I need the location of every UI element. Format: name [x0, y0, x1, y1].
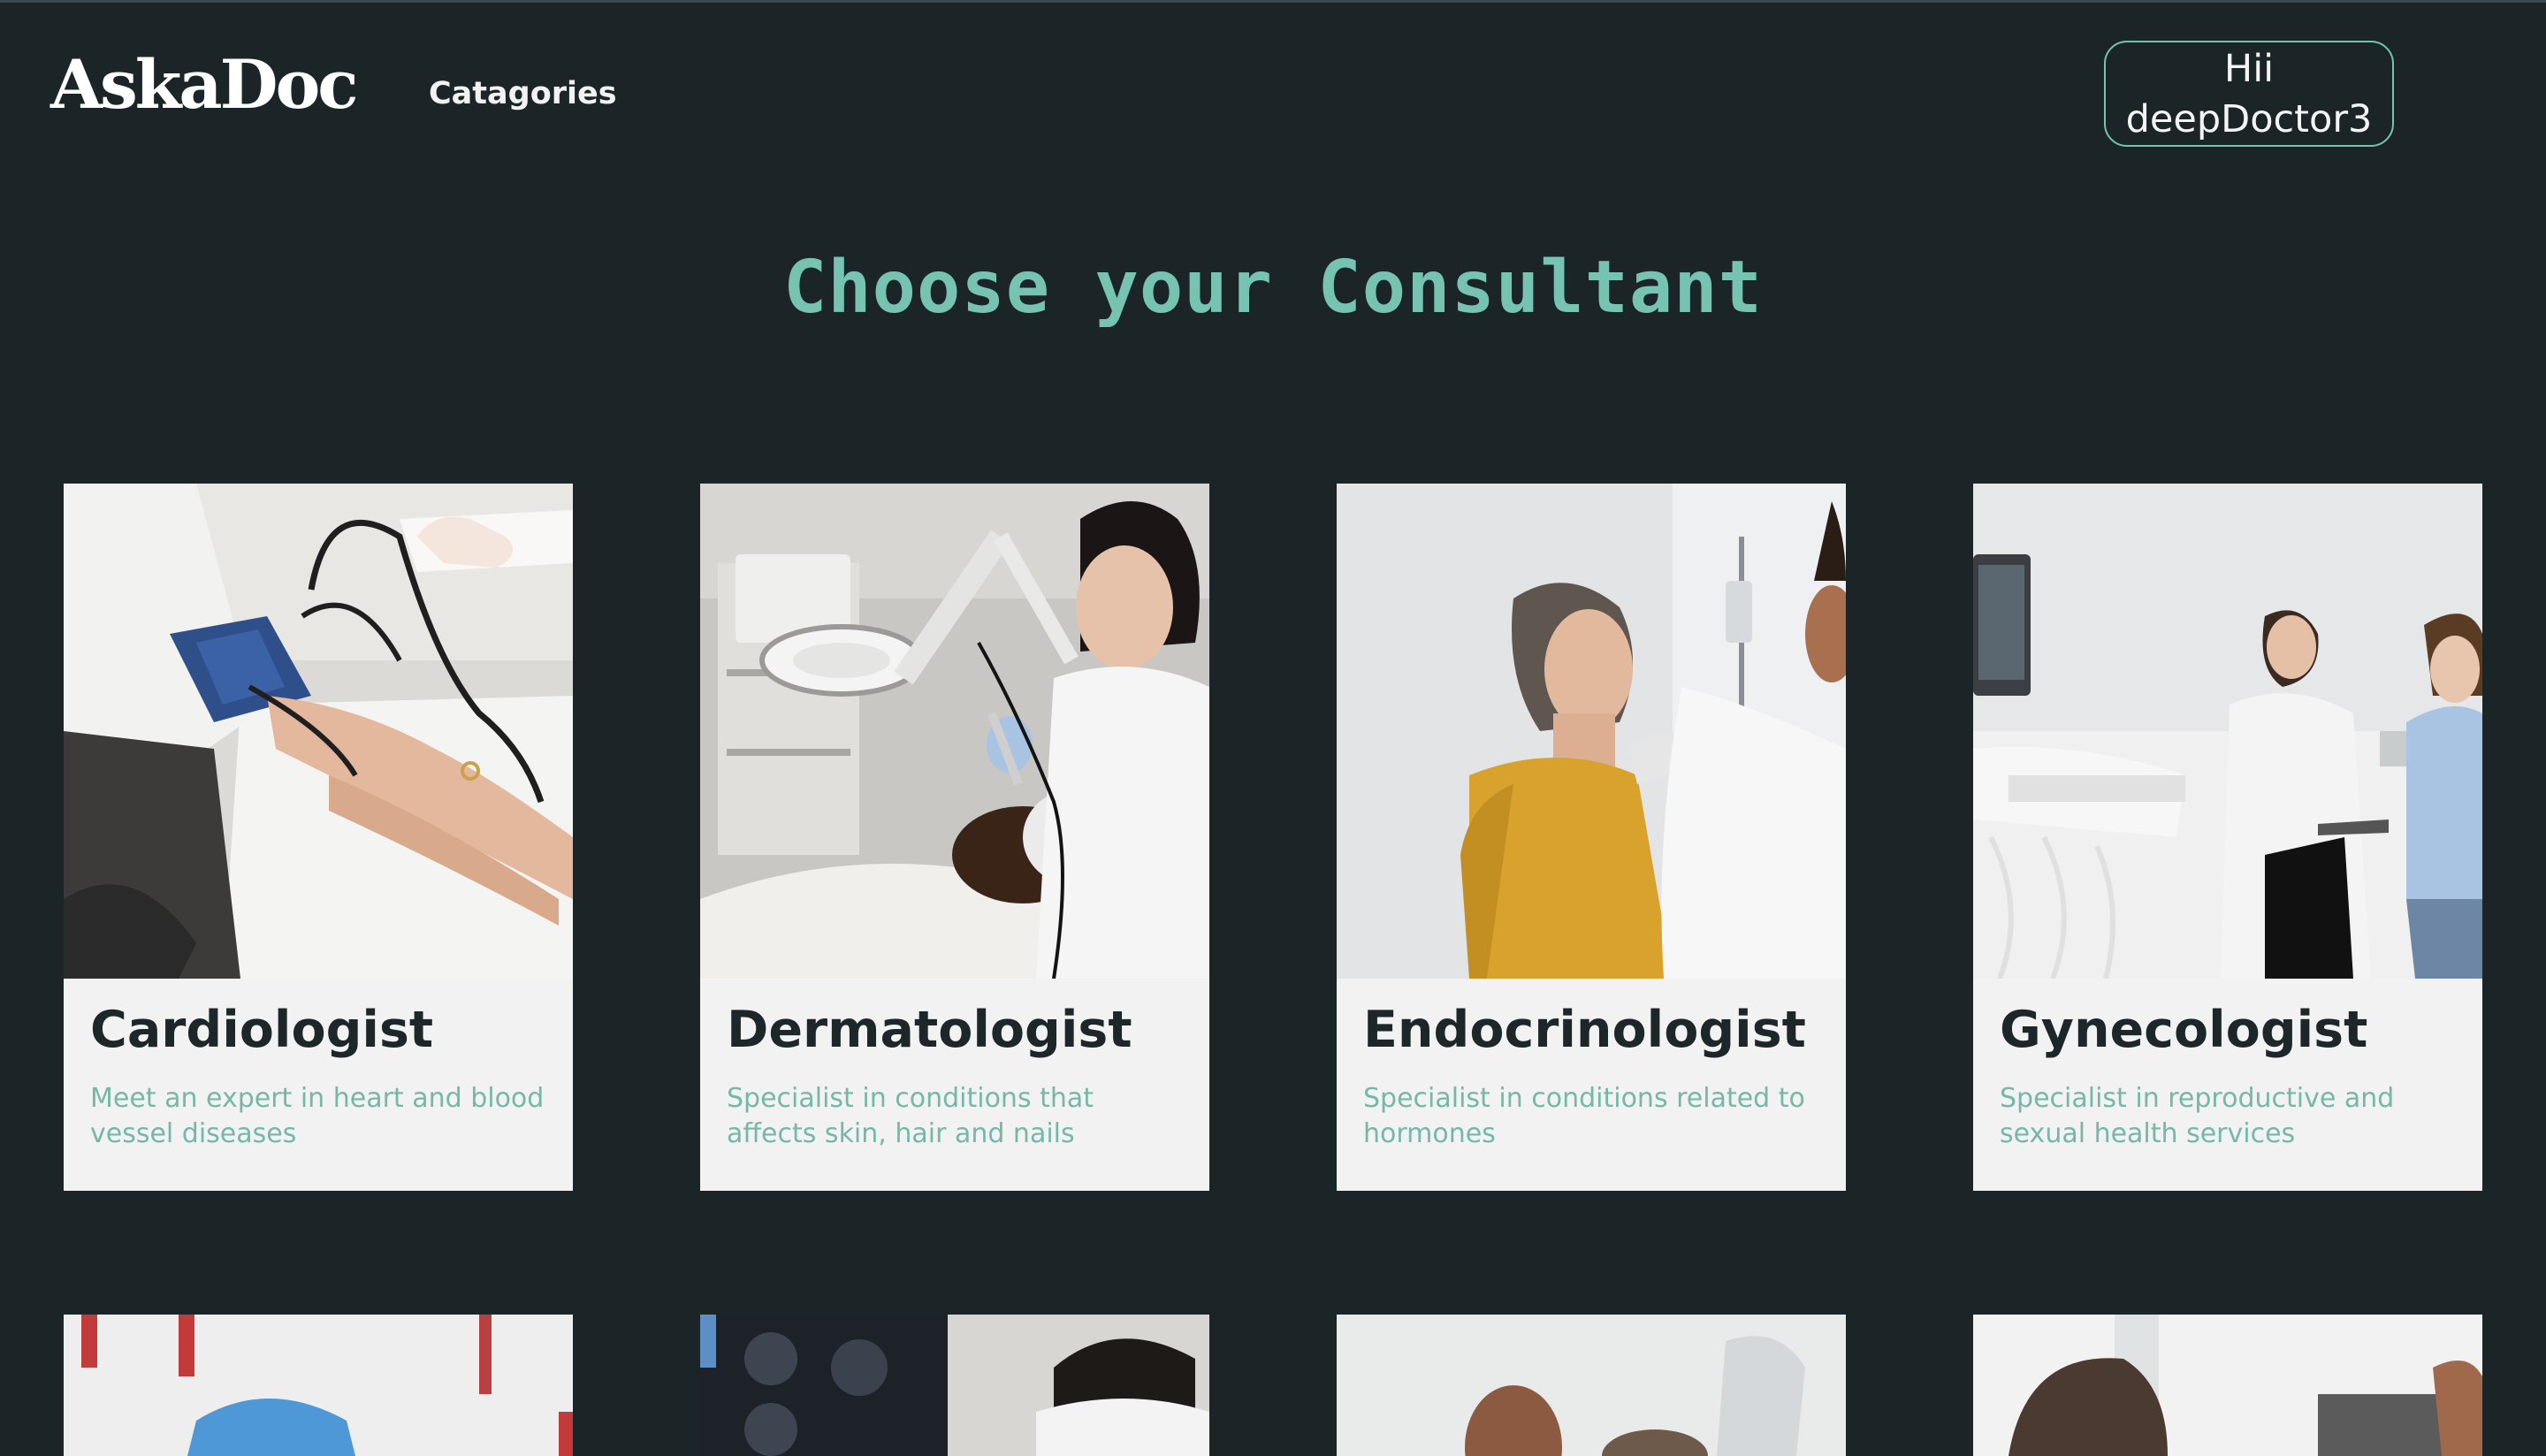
card-description: Specialist in reproductive and sexual he…: [2000, 1083, 2395, 1149]
facial-skin-treatment-photo: [700, 484, 1209, 979]
card-title: Dermatologist: [727, 1001, 1132, 1059]
gloved-hands-photo: [64, 1315, 573, 1456]
ultrasound-consultation-photo: [1973, 484, 2482, 979]
card-title: Endocrinologist: [1363, 1001, 1806, 1059]
card-description: Meet an expert in heart and blood vessel…: [90, 1083, 545, 1149]
page-title: Choose your Consultant: [782, 246, 1764, 330]
consultant-card-gynecologist[interactable]: Gynecologist Specialist in reproductive …: [1973, 484, 2482, 1191]
neck-examination-photo: [1337, 484, 1846, 979]
doctor-patient-photo: [1337, 1315, 1846, 1456]
brain-scan-photo: [700, 1315, 1209, 1456]
consultant-card-row2-2[interactable]: [700, 1315, 1209, 1456]
card-description: Specialist in conditions related to horm…: [1363, 1083, 1805, 1149]
blood-pressure-check-photo: [64, 484, 573, 979]
user-name-text: deepDoctor3: [2125, 97, 2373, 141]
x-ray-review-photo: [1973, 1315, 2482, 1456]
card-title: Cardiologist: [90, 1001, 434, 1059]
consultant-card-endocrinologist[interactable]: Endocrinologist Specialist in conditions…: [1337, 484, 1846, 1191]
consultant-card-dermatologist[interactable]: Dermatologist Specialist in conditions t…: [700, 484, 1209, 1191]
consultant-card-cardiologist[interactable]: Cardiologist Meet an expert in heart and…: [64, 484, 573, 1191]
card-title: Gynecologist: [2000, 1001, 2368, 1059]
consultant-card-row2-3[interactable]: [1337, 1315, 1846, 1456]
nav-categories-link[interactable]: Catagories: [429, 76, 617, 111]
consultant-card-row2-4[interactable]: [1973, 1315, 2482, 1456]
top-border: [0, 0, 2546, 3]
consultant-card-row2-1[interactable]: [64, 1315, 573, 1456]
user-greeting-button[interactable]: Hii deepDoctor3: [2104, 41, 2394, 147]
app-logo[interactable]: AskaDoc: [50, 51, 359, 118]
card-description: Specialist in conditions that affects sk…: [727, 1083, 1094, 1149]
user-greeting-text: Hii: [2223, 47, 2275, 91]
